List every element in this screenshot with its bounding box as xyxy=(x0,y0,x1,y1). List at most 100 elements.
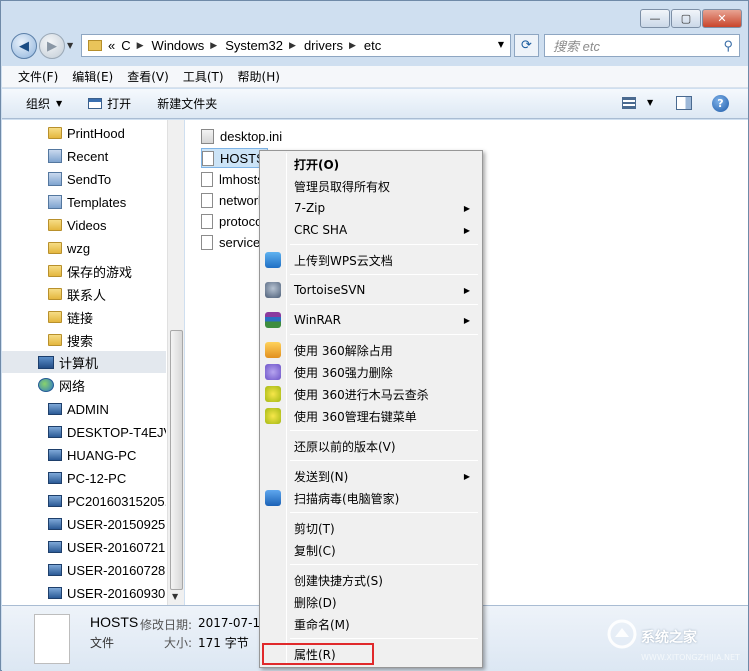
maximize-button[interactable]: ▢ xyxy=(671,9,701,28)
submenu-arrow-icon: ▶ xyxy=(463,315,470,325)
scroll-down-arrow-icon[interactable]: ▼ xyxy=(172,592,178,601)
new-folder-button[interactable]: 新建文件夹 xyxy=(157,95,217,112)
nav-item[interactable]: USER-20150925... xyxy=(2,513,166,535)
context-menu-item[interactable]: 剪切(T) xyxy=(262,517,480,539)
nav-item[interactable]: DESKTOP-T4EJV... xyxy=(2,421,166,443)
menu-tools[interactable]: 工具(T) xyxy=(183,68,224,85)
nav-item-label: 搜索 xyxy=(67,333,94,349)
context-menu-item[interactable]: WinRAR ▶ xyxy=(262,309,480,331)
breadcrumb-c[interactable]: C xyxy=(121,38,130,53)
open-button[interactable]: 打开 xyxy=(88,95,131,112)
nav-item[interactable]: HUANG-PC xyxy=(2,444,166,466)
context-menu-item[interactable]: 打开(O) xyxy=(262,153,480,175)
context-menu-item[interactable]: TortoiseSVN ▶ xyxy=(262,279,480,301)
nav-item[interactable]: 联系人 xyxy=(2,283,166,305)
chevron-right-icon[interactable]: ▶ xyxy=(137,41,144,51)
context-menu-item[interactable]: 发送到(N) ▶ xyxy=(262,465,480,487)
context-menu-item[interactable]: 使用 360解除占用 xyxy=(262,339,480,361)
nav-item[interactable]: Templates xyxy=(2,191,166,213)
organize-button[interactable]: 组织 ▼ xyxy=(26,95,62,112)
help-icon[interactable]: ? xyxy=(712,95,729,112)
360-unlock-icon xyxy=(265,342,281,358)
file-item[interactable]: desktop.ini xyxy=(201,126,282,146)
address-bar[interactable]: « C ▶ Windows ▶ System32 ▶ drivers ▶ etc… xyxy=(81,34,511,57)
nav-item[interactable]: SendTo xyxy=(2,168,166,190)
context-menu-item[interactable]: 上传到WPS云文档 xyxy=(262,249,480,271)
breadcrumb-etc[interactable]: etc xyxy=(364,38,381,53)
context-menu-label: 删除(D) xyxy=(294,595,337,610)
context-menu-label: 使用 360管理右键菜单 xyxy=(294,409,417,424)
search-input[interactable]: 搜索 etc ⚲ xyxy=(544,34,740,57)
context-menu-item[interactable]: 扫描病毒(电脑管家) xyxy=(262,487,480,509)
nav-item[interactable]: PC-12-PC xyxy=(2,467,166,489)
breadcrumb-windows[interactable]: Windows xyxy=(152,38,205,53)
address-dropdown-icon[interactable]: ▼ xyxy=(498,40,504,49)
preview-pane-icon[interactable] xyxy=(676,96,692,110)
computer-icon xyxy=(38,355,54,369)
nav-item[interactable]: Recent xyxy=(2,145,166,167)
back-button[interactable]: ◀ xyxy=(11,33,37,59)
refresh-button[interactable]: ⟳ xyxy=(514,34,539,57)
chevron-right-icon[interactable]: ▶ xyxy=(210,41,217,51)
context-menu-item[interactable]: 重命名(M) xyxy=(262,613,480,635)
nav-item[interactable]: USER-20160930... xyxy=(2,582,166,604)
folder-icon xyxy=(48,127,62,139)
context-menu-item[interactable]: 复制(C) xyxy=(262,539,480,561)
nav-item-label: 网络 xyxy=(59,378,86,394)
recent-pages-dropdown-icon[interactable]: ▼ xyxy=(67,41,73,50)
file-item[interactable]: services xyxy=(201,232,267,252)
submenu-arrow-icon: ▶ xyxy=(463,203,470,213)
chevron-right-icon[interactable]: ▶ xyxy=(349,41,356,51)
back-arrow-icon: ◀ xyxy=(19,38,29,54)
nav-scrollbar[interactable]: ▼ xyxy=(167,120,184,605)
breadcrumb-system32[interactable]: System32 xyxy=(225,38,283,53)
close-button[interactable]: ✕ xyxy=(702,9,742,28)
minimize-button[interactable]: — xyxy=(640,9,670,28)
nav-item[interactable]: PC20160315205... xyxy=(2,490,166,512)
nav-item[interactable]: PrintHood xyxy=(2,122,166,144)
nav-item[interactable]: USER-20160728... xyxy=(2,559,166,581)
menu-view[interactable]: 查看(V) xyxy=(127,68,169,85)
nav-item[interactable]: USER-20160721... xyxy=(2,536,166,558)
nav-item[interactable]: 网络 xyxy=(2,374,166,396)
search-icon[interactable]: ⚲ xyxy=(723,38,733,54)
context-menu-item[interactable]: 还原以前的版本(V) xyxy=(262,435,480,457)
view-dropdown-icon[interactable]: ▼ xyxy=(647,98,653,107)
nav-item[interactable]: ADMIN xyxy=(2,398,166,420)
nav-scroll-thumb[interactable] xyxy=(170,330,183,590)
context-menu-item[interactable]: 属性(R) xyxy=(262,643,374,665)
nav-item[interactable]: Videos xyxy=(2,214,166,236)
context-menu-item[interactable]: 使用 360进行木马云查杀 xyxy=(262,383,480,405)
nav-item[interactable]: 链接 xyxy=(2,306,166,328)
details-file-type: 文件 xyxy=(90,636,115,650)
menu-help[interactable]: 帮助(H) xyxy=(238,68,280,85)
nav-item[interactable]: 搜索 xyxy=(2,329,166,351)
context-menu-item[interactable]: 删除(D) xyxy=(262,591,480,613)
context-menu-item[interactable]: CRC SHA ▶ xyxy=(262,219,480,241)
breadcrumb-drivers[interactable]: drivers xyxy=(304,38,343,53)
chevron-right-icon[interactable]: ▶ xyxy=(289,41,296,51)
context-menu-item[interactable]: 使用 360管理右键菜单 xyxy=(262,405,480,427)
nav-item-label: DESKTOP-T4EJV... xyxy=(67,424,166,440)
nav-item[interactable]: wzg xyxy=(2,237,166,259)
nav-item[interactable]: 保存的游戏 xyxy=(2,260,166,282)
menu-edit[interactable]: 编辑(E) xyxy=(72,68,113,85)
file-item[interactable]: lmhosts xyxy=(201,169,264,189)
context-menu-label: WinRAR xyxy=(294,313,341,327)
file-item[interactable]: HOSTS xyxy=(201,148,268,168)
context-menu-item[interactable]: 7-Zip ▶ xyxy=(262,197,480,219)
context-menu-item[interactable]: 使用 360强力删除 xyxy=(262,361,480,383)
recent-icon xyxy=(48,149,62,163)
menu-separator xyxy=(290,460,478,461)
menu-file[interactable]: 文件(F) xyxy=(18,68,58,85)
context-menu-label: 发送到(N) xyxy=(294,469,349,484)
forward-button[interactable]: ▶ xyxy=(39,33,65,59)
context-menu-item[interactable]: 管理员取得所有权 xyxy=(262,175,480,197)
nav-item[interactable]: 计算机 xyxy=(2,351,166,373)
context-menu-item[interactable]: 创建快捷方式(S) xyxy=(262,569,480,591)
nav-item-label: 保存的游戏 xyxy=(67,264,133,280)
change-view-icon[interactable] xyxy=(622,97,636,109)
context-menu-label: 扫描病毒(电脑管家) xyxy=(294,491,400,506)
file-item[interactable]: protocol xyxy=(201,211,265,231)
breadcrumb-overflow[interactable]: « xyxy=(108,38,115,53)
